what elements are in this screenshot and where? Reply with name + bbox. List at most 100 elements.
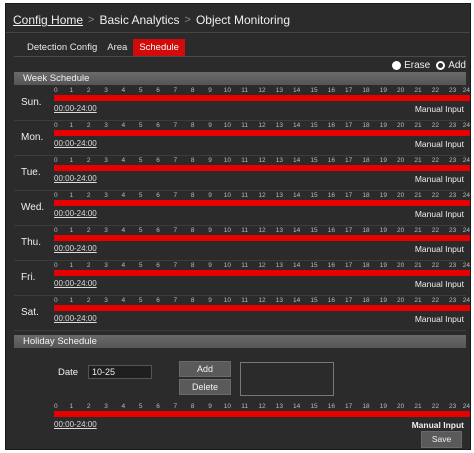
hour-tick-label: 0 — [54, 403, 58, 410]
breadcrumb-home-link[interactable]: Config Home — [13, 13, 83, 27]
hour-tick-label: 13 — [275, 192, 283, 199]
manual-input-link[interactable]: Manual Input — [415, 314, 464, 324]
schedule-bar[interactable] — [54, 130, 470, 136]
hour-tick-label: 24 — [462, 87, 470, 94]
manual-input-link[interactable]: Manual Input — [415, 139, 464, 149]
holiday-date-input[interactable]: 10-25 — [88, 365, 152, 379]
hour-tick-label: 14 — [293, 122, 301, 129]
tab-detection-config[interactable]: Detection Config — [23, 39, 101, 56]
time-range: 00:00-24:00 — [54, 314, 97, 323]
breadcrumb: Config Home > Basic Analytics > Object M… — [13, 10, 290, 30]
breadcrumb-basic-analytics[interactable]: Basic Analytics — [99, 13, 179, 27]
manual-input-link[interactable]: Manual Input — [415, 244, 464, 254]
hour-tick-label: 5 — [138, 297, 143, 304]
hour-tick-label: 15 — [310, 403, 318, 410]
hour-tick-label: 4 — [121, 122, 126, 129]
hour-tick-label: 7 — [173, 262, 178, 269]
manual-input-link[interactable]: Manual Input — [415, 209, 464, 219]
hour-tick-label: 20 — [397, 403, 405, 410]
hour-tick-label: 22 — [431, 192, 439, 199]
hour-tick-label: 11 — [241, 122, 249, 129]
hour-tick-label: 1 — [69, 297, 74, 304]
hour-scale: 0 1 2 3 4 5 6 7 8 9 10 11 12 13 14 15 16 17 18 19 20 21 22 23 24 — [54, 121, 470, 130]
hour-tick-label: 20 — [397, 192, 405, 199]
schedule-bar[interactable] — [54, 270, 470, 276]
hour-tick-label: 9 — [208, 157, 212, 164]
schedule-bar[interactable] — [54, 95, 470, 101]
add-radio[interactable] — [436, 60, 446, 70]
schedule-bar[interactable] — [54, 235, 470, 241]
tab-area[interactable]: Area — [103, 39, 131, 56]
manual-input-link[interactable]: Manual Input — [415, 279, 464, 289]
holiday-time-range: 00:00-24:00 — [54, 420, 97, 429]
holiday-schedule-bar[interactable] — [54, 411, 470, 417]
holiday-add-button[interactable]: Add — [179, 361, 231, 377]
hour-tick-label: 8 — [190, 192, 195, 199]
day-row-mon: Mon. 0 1 2 3 4 5 6 7 8 9 10 11 12 13 14 15 16 17 18 19 20 21 22… — [14, 121, 470, 156]
hour-tick-label: 11 — [241, 262, 249, 269]
hour-tick-label: 15 — [310, 297, 318, 304]
hour-tick-label: 19 — [379, 122, 387, 129]
time-range: 00:00-24:00 — [54, 279, 97, 288]
schedule-bar[interactable] — [54, 165, 470, 171]
hour-tick-label: 21 — [414, 227, 422, 234]
hour-tick-label: 18 — [362, 403, 370, 410]
hour-scale: 0 1 2 3 4 5 6 7 8 9 10 11 12 13 14 15 16 17 18 19 20 21 22 23 24 — [54, 226, 470, 235]
hour-tick-label: 24 — [462, 122, 470, 129]
schedule-bar[interactable] — [54, 200, 470, 206]
hour-tick-label: 18 — [362, 297, 370, 304]
hour-tick-label: 21 — [414, 403, 422, 410]
hour-tick-label: 8 — [190, 262, 195, 269]
hour-tick-label: 0 — [54, 192, 58, 199]
hour-tick-label: 16 — [327, 297, 335, 304]
date-label: Date — [58, 367, 79, 378]
hour-tick-label: 19 — [379, 157, 387, 164]
hour-tick-label: 19 — [379, 262, 387, 269]
hour-tick-label: 10 — [223, 157, 231, 164]
hour-tick-label: 12 — [258, 87, 266, 94]
hour-tick-label: 7 — [173, 227, 178, 234]
day-row-thu: Thu. 0 1 2 3 4 5 6 7 8 9 10 11 12 13 14 15 16 17 18 19 20 21 22… — [14, 226, 470, 261]
hour-tick-label: 13 — [275, 262, 283, 269]
hour-tick-label: 11 — [241, 87, 249, 94]
holiday-manual-input-link[interactable]: Manual Input — [412, 420, 464, 430]
hour-tick-label: 3 — [104, 192, 108, 199]
hour-tick-label: 21 — [414, 262, 422, 269]
time-range: 00:00-24:00 — [54, 104, 97, 113]
hour-tick-label: 20 — [397, 157, 405, 164]
hour-tick-label: 13 — [275, 87, 283, 94]
hour-tick-label: 16 — [327, 227, 335, 234]
hour-tick-label: 13 — [275, 157, 283, 164]
manual-input-link[interactable]: Manual Input — [415, 174, 464, 184]
hour-tick-label: 13 — [275, 297, 283, 304]
hour-tick-label: 23 — [449, 297, 457, 304]
hour-tick-label: 9 — [208, 262, 212, 269]
holiday-date-list[interactable] — [240, 362, 334, 396]
erase-radio[interactable] — [392, 60, 402, 70]
day-label: Wed. — [21, 202, 45, 213]
hour-tick-label: 16 — [327, 192, 335, 199]
hour-tick-label: 4 — [121, 192, 126, 199]
time-range: 00:00-24:00 — [54, 139, 97, 148]
hour-tick-label: 10 — [223, 403, 231, 410]
hour-tick-label: 10 — [223, 122, 231, 129]
tabs-divider — [14, 56, 466, 57]
save-button[interactable]: Save — [421, 431, 462, 448]
hour-tick-label: 14 — [293, 297, 301, 304]
hour-tick-label: 17 — [345, 262, 353, 269]
schedule-bar[interactable] — [54, 305, 470, 311]
hour-tick-label: 10 — [223, 262, 231, 269]
day-row-tue: Tue. 0 1 2 3 4 5 6 7 8 9 10 11 12 13 14 15 16 17 18 19 20 21 22… — [14, 156, 470, 191]
hour-tick-label: 15 — [310, 157, 318, 164]
tab-schedule[interactable]: Schedule — [133, 39, 185, 56]
hour-tick-label: 13 — [275, 403, 283, 410]
hour-tick-label: 0 — [54, 297, 58, 304]
holiday-delete-button[interactable]: Delete — [179, 379, 231, 395]
hour-tick-label: 0 — [54, 262, 58, 269]
hour-tick-label: 9 — [208, 227, 212, 234]
manual-input-link[interactable]: Manual Input — [415, 104, 464, 114]
hour-tick-label: 1 — [69, 87, 74, 94]
hour-tick-label: 22 — [431, 157, 439, 164]
day-row-sat: Sat. 0 1 2 3 4 5 6 7 8 9 10 11 12 13 14 15 16 17 18 19 20 21 22… — [14, 296, 470, 331]
hour-tick-label: 12 — [258, 122, 266, 129]
